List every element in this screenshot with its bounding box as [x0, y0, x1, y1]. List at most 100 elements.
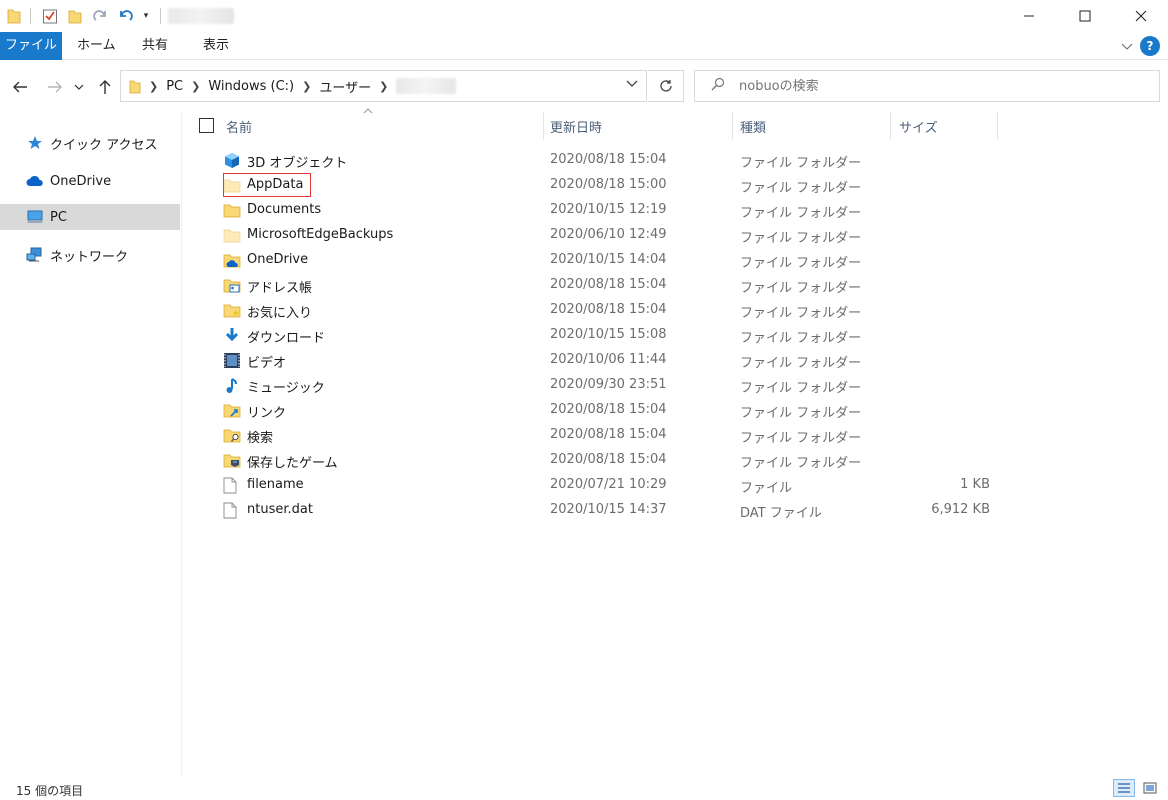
help-button[interactable]: ?	[1140, 36, 1160, 56]
column-divider[interactable]	[732, 112, 733, 140]
up-button[interactable]	[94, 76, 116, 98]
large-icons-view-button[interactable]	[1139, 779, 1161, 797]
nav-item-onedrive[interactable]: OneDrive	[0, 168, 180, 194]
file-row[interactable]: MicrosoftEdgeBackups 2020/06/10 12:49 ファイル…	[183, 223, 1168, 248]
column-header-name[interactable]: 名前	[226, 112, 252, 140]
file-row[interactable]: AppData 2020/08/18 15:00 ファイル フォルダー	[183, 173, 1168, 198]
maximize-icon	[1079, 10, 1091, 22]
chevron-down-icon	[626, 80, 638, 87]
column-header-date[interactable]: 更新日時	[550, 112, 602, 140]
computer-icon	[26, 209, 44, 225]
file-name[interactable]: 3D オブジェクト	[247, 152, 347, 171]
refresh-button[interactable]	[648, 70, 684, 102]
breadcrumb-pc[interactable]: PC	[166, 79, 183, 94]
breadcrumb-windows-c[interactable]: Windows (C:)	[208, 79, 294, 94]
maximize-button[interactable]	[1062, 0, 1108, 32]
file-name[interactable]: 保存したゲーム	[247, 452, 338, 471]
file-type: ファイル フォルダー	[740, 456, 862, 471]
status-bar: 15 個の項目	[0, 776, 1168, 800]
properties-icon[interactable]	[40, 6, 60, 26]
tab-view[interactable]: 表示	[192, 32, 240, 60]
file-name[interactable]: ミュージック	[247, 377, 325, 396]
divider	[160, 8, 161, 24]
breadcrumb-user-redacted[interactable]	[396, 78, 457, 94]
file-row[interactable]: 保存したゲーム 2020/08/18 15:04 ファイル フォルダー	[183, 448, 1168, 473]
customize-toolbar-icon[interactable]: ▾	[140, 6, 152, 26]
forward-button[interactable]	[44, 76, 66, 98]
file-name[interactable]: ビデオ	[247, 352, 286, 371]
address-history-button[interactable]	[626, 77, 638, 91]
tab-home[interactable]: ホーム	[66, 32, 127, 60]
favorites-folder-icon	[223, 302, 241, 319]
chevron-right-icon[interactable]: ❯	[149, 80, 158, 93]
file-row[interactable]: リンク 2020/08/18 15:04 ファイル フォルダー	[183, 398, 1168, 423]
file-row[interactable]: ntuser.dat 2020/10/15 14:37 DAT ファイル 6,912 …	[183, 498, 1168, 523]
close-icon	[1135, 10, 1147, 22]
file-date: 2020/08/18 15:04	[550, 277, 667, 292]
tab-file[interactable]: ファイル	[0, 32, 62, 60]
file-row[interactable]: アドレス帳 2020/08/18 15:04 ファイル フォルダー	[183, 273, 1168, 298]
file-type: ファイル フォルダー	[740, 381, 862, 396]
file-name[interactable]: ntuser.dat	[247, 502, 313, 517]
details-view-button[interactable]	[1113, 779, 1135, 797]
search-input[interactable]	[739, 78, 1119, 94]
file-name[interactable]: お気に入り	[247, 302, 312, 321]
details-view-icon	[1118, 783, 1130, 793]
file-type: DAT ファイル	[740, 506, 822, 521]
file-name[interactable]: OneDrive	[247, 252, 308, 267]
folder-icon[interactable]	[6, 6, 22, 26]
chevron-right-icon[interactable]: ❯	[191, 80, 200, 93]
file-type: ファイル フォルダー	[740, 231, 862, 246]
column-divider[interactable]	[543, 112, 544, 140]
column-header-type[interactable]: 種類	[740, 112, 766, 140]
recent-locations-button[interactable]	[72, 76, 86, 98]
file-name[interactable]: 検索	[247, 427, 273, 446]
file-date: 2020/10/15 14:04	[550, 252, 667, 267]
tab-share[interactable]: 共有	[131, 32, 179, 60]
title-bar: ▾	[0, 0, 1168, 32]
file-row[interactable]: Documents 2020/10/15 12:19 ファイル フォルダー	[183, 198, 1168, 223]
file-row[interactable]: ダウンロード 2020/10/15 15:08 ファイル フォルダー	[183, 323, 1168, 348]
refresh-icon	[659, 80, 672, 92]
nav-item-pc[interactable]: PC	[0, 204, 180, 230]
file-row[interactable]: ビデオ 2020/10/06 11:44 ファイル フォルダー	[183, 348, 1168, 373]
file-name[interactable]: ダウンロード	[247, 327, 325, 346]
redo-icon[interactable]	[90, 6, 110, 26]
file-row[interactable]: OneDrive 2020/10/15 14:04 ファイル フォルダー	[183, 248, 1168, 273]
nav-item-quick-access[interactable]: クイック アクセス	[0, 130, 180, 156]
file-type: ファイル フォルダー	[740, 331, 862, 346]
navigation-pane: クイック アクセス OneDrive PC ネットワーク	[0, 112, 182, 776]
file-date: 2020/08/18 15:04	[550, 302, 667, 317]
download-icon	[223, 327, 241, 344]
file-name[interactable]: filename	[247, 477, 304, 492]
back-button[interactable]	[9, 76, 31, 98]
file-name[interactable]: Documents	[247, 202, 321, 217]
file-row[interactable]: 検索 2020/08/18 15:04 ファイル フォルダー	[183, 423, 1168, 448]
column-header-size[interactable]: サイズ	[899, 112, 938, 140]
file-row[interactable]: 3D オブジェクト 2020/08/18 15:04 ファイル フォルダー	[183, 148, 1168, 173]
search-box[interactable]	[694, 70, 1160, 102]
close-button[interactable]	[1118, 0, 1164, 32]
select-all-checkbox[interactable]	[199, 118, 214, 133]
column-divider[interactable]	[997, 112, 998, 140]
item-count: 15 個の項目	[16, 784, 84, 798]
file-name[interactable]: リンク	[247, 402, 286, 421]
undo-icon[interactable]	[116, 6, 136, 26]
file-row[interactable]: お気に入り 2020/08/18 15:04 ファイル フォルダー	[183, 298, 1168, 323]
new-folder-icon[interactable]	[66, 6, 84, 26]
file-row[interactable]: filename 2020/07/21 10:29 ファイル 1 KB	[183, 473, 1168, 498]
address-bar[interactable]: ❯ PC ❯ Windows (C:) ❯ ユーザー ❯	[120, 70, 647, 102]
column-divider[interactable]	[890, 112, 891, 140]
file-name[interactable]: MicrosoftEdgeBackups	[247, 227, 393, 242]
chevron-right-icon[interactable]: ❯	[379, 80, 388, 93]
file-date: 2020/08/18 15:04	[550, 427, 667, 442]
file-row[interactable]: ミュージック 2020/09/30 23:51 ファイル フォルダー	[183, 373, 1168, 398]
expand-ribbon-button[interactable]	[1120, 39, 1134, 57]
chevron-down-icon	[1121, 43, 1133, 50]
chevron-down-icon	[74, 84, 84, 90]
minimize-button[interactable]	[1006, 0, 1052, 32]
chevron-right-icon[interactable]: ❯	[302, 80, 311, 93]
nav-item-network[interactable]: ネットワーク	[0, 242, 180, 268]
breadcrumb-users[interactable]: ユーザー	[319, 77, 371, 96]
file-name[interactable]: アドレス帳	[247, 277, 312, 296]
